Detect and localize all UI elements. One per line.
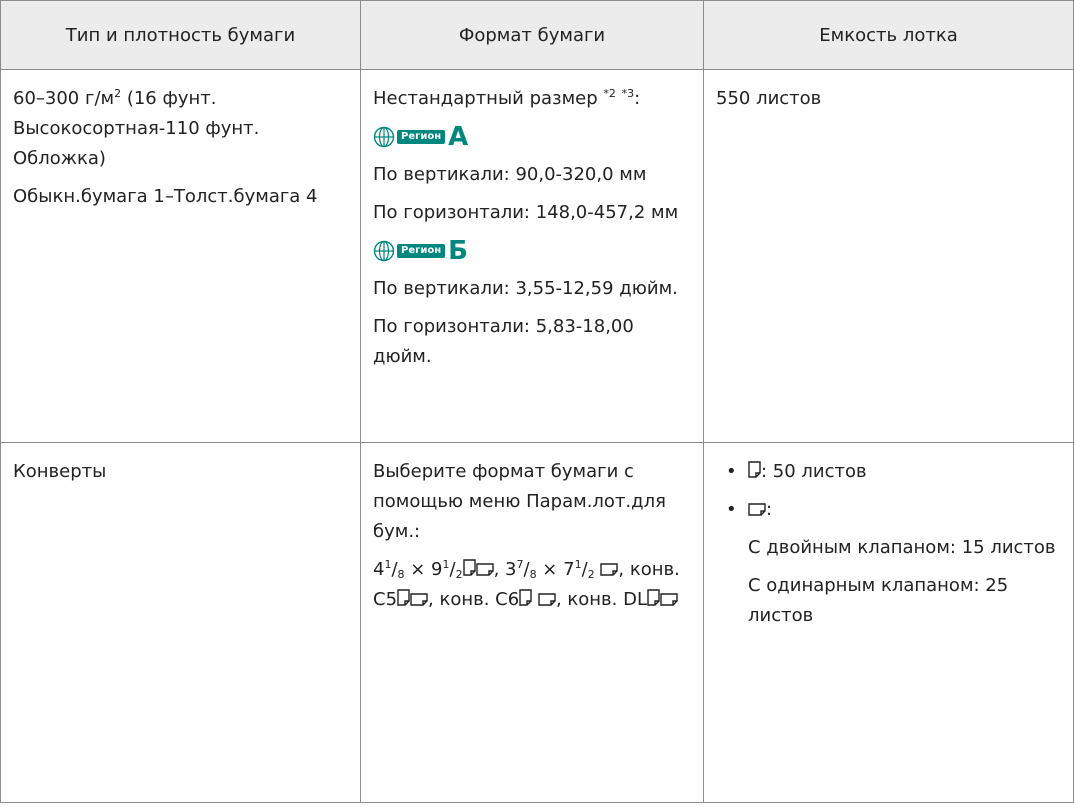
portrait-feed-icon (397, 589, 410, 606)
cell-capacity: • : 50 листов • : С двойным клапаном: 15… (703, 442, 1074, 803)
list-item: • : С двойным клапаном: 15 листов С один… (716, 495, 1061, 631)
cell-capacity: 550 листов (703, 69, 1074, 443)
landscape-feed-icon (538, 593, 556, 606)
double-flap-capacity: С двойным клапаном: 15 листов (748, 537, 1056, 558)
paper-type-range: Обыкн.бумага 1–Толст.бумага 4 (13, 186, 318, 207)
globe-icon (373, 126, 395, 148)
bullet: • (726, 461, 737, 482)
region-b-badge: Регион Б (373, 236, 691, 266)
table-header-row: Тип и плотность бумаги Формат бумаги Емк… (0, 0, 1074, 70)
header-paper-type-weight: Тип и плотность бумаги (0, 0, 361, 70)
landscape-feed-icon (660, 593, 678, 606)
region-a-badge: Регион A (373, 122, 691, 152)
region-letter: Б (448, 236, 468, 266)
paper-spec-table: Тип и плотность бумаги Формат бумаги Емк… (0, 0, 1074, 803)
portrait-feed-icon (519, 589, 532, 606)
cell-type-weight: Конверты (0, 442, 361, 803)
region-a-horizontal: По горизонтали: 148,0-457,2 мм (373, 202, 679, 223)
cell-type-weight: 60–300 г/м2 (16 фунт. Высокосортная-110 … (0, 69, 361, 443)
landscape-feed-icon (600, 563, 619, 576)
landscape-feed-icon (410, 593, 428, 606)
envelope-size-intro: Выберите формат бумаги с помощью меню Па… (373, 461, 666, 542)
envelope-size-list: 41/8 × 91/2, 37/8 × 71/2 , конв. C5, кон… (373, 558, 680, 610)
region-a-vertical: По вертикали: 90,0-320,0 мм (373, 164, 647, 185)
header-paper-size: Формат бумаги (360, 0, 704, 70)
portrait-feed-icon (462, 559, 476, 576)
table-row: Конверты Выберите формат бумаги с помощь… (0, 442, 1074, 803)
portrait-feed-icon (748, 461, 761, 478)
landscape-feed-icon (475, 563, 494, 576)
paper-weight-text: 60–300 г/м2 (16 фунт. Высокосортная-110 … (13, 87, 260, 169)
portrait-feed-icon (647, 589, 660, 606)
landscape-feed-icon (748, 503, 766, 516)
bullet: • (726, 499, 737, 520)
table-row: 60–300 г/м2 (16 фунт. Высокосортная-110 … (0, 69, 1074, 443)
region-pill: Регион (397, 244, 446, 258)
globe-icon (373, 240, 395, 262)
header-tray-capacity: Емкость лотка (703, 0, 1074, 70)
capacity-list: • : 50 листов • : С двойным клапаном: 15… (716, 457, 1061, 631)
region-letter: A (448, 122, 469, 152)
custom-size-label: Нестандартный размер *2 *3: (373, 87, 641, 109)
single-flap-capacity: С одинарным клапаном: 25 листов (748, 575, 1009, 626)
region-b-vertical: По вертикали: 3,55-12,59 дюйм. (373, 278, 678, 299)
region-b-horizontal: По горизонтали: 5,83-18,00 дюйм. (373, 316, 634, 367)
cell-paper-size: Нестандартный размер *2 *3: Регион A По … (360, 69, 704, 443)
cell-paper-size: Выберите формат бумаги с помощью меню Па… (360, 442, 704, 803)
list-item: • : 50 листов (716, 457, 1061, 487)
region-pill: Регион (397, 130, 446, 144)
